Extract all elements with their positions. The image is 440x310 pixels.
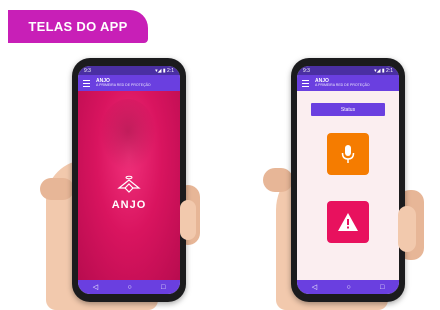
nav-back-button[interactable]: ◁ (93, 283, 98, 291)
home-screen: 9:3 ▾◢ ▮ 2:1 ANJO A PRIMEIRA RED DE PROT… (297, 66, 399, 294)
app-bar: ANJO A PRIMEIRA RED DE PROTEÇÃO (297, 75, 399, 91)
status-bar: 9:3 ▾◢ ▮ 2:1 (297, 66, 399, 75)
app-bar: ANJO A PRIMEIRA RED DE PROTEÇÃO (78, 75, 180, 91)
app-subtitle: A PRIMEIRA RED DE PROTEÇÃO (96, 82, 151, 87)
woman-photo (100, 99, 156, 171)
left-fingertip (180, 200, 196, 240)
angel-icon (117, 175, 141, 193)
phone-home: 9:3 ▾◢ ▮ 2:1 ANJO A PRIMEIRA RED DE PROT… (291, 58, 405, 302)
status-bar: 9:3 ▾◢ ▮ 2:1 (78, 66, 180, 75)
status-button[interactable]: Status (311, 103, 385, 116)
warning-icon (338, 213, 358, 231)
nav-recent-button[interactable]: □ (380, 284, 384, 291)
phone-splash: 9:3 ▾◢ ▮ 2:1 ANJO A PRIMEIRA RED DE PROT… (72, 58, 186, 302)
left-thumb (40, 178, 74, 200)
section-banner: TELAS DO APP (8, 10, 148, 43)
status-time: 9:3 (84, 67, 91, 74)
alert-button[interactable] (327, 201, 369, 243)
status-time: 9:3 (303, 67, 310, 74)
status-indicators: ▾◢ ▮ 2:1 (374, 67, 393, 74)
app-subtitle: A PRIMEIRA RED DE PROTEÇÃO (315, 82, 370, 87)
splash-background: ANJO (78, 91, 180, 280)
status-button-label: Status (340, 106, 356, 113)
nav-back-button[interactable]: ◁ (312, 283, 317, 291)
status-indicators: ▾◢ ▮ 2:1 (155, 67, 174, 74)
nav-recent-button[interactable]: □ (161, 284, 165, 291)
logo-text: ANJO (111, 199, 147, 211)
home-content: Status (297, 91, 399, 280)
nav-home-button[interactable]: ○ (346, 284, 350, 291)
nav-home-button[interactable]: ○ (127, 284, 131, 291)
microphone-button[interactable] (327, 133, 369, 175)
menu-icon[interactable] (83, 79, 90, 87)
system-nav-bar: ◁ ○ □ (297, 280, 399, 294)
right-thumb (263, 168, 293, 192)
system-nav-bar: ◁ ○ □ (78, 280, 180, 294)
microphone-icon (341, 145, 355, 163)
splash-screen: 9:3 ▾◢ ▮ 2:1 ANJO A PRIMEIRA RED DE PROT… (78, 66, 180, 294)
menu-icon[interactable] (302, 79, 309, 87)
right-fingertip (398, 206, 416, 252)
anjo-logo: ANJO (78, 175, 180, 211)
banner-label: TELAS DO APP (28, 19, 128, 34)
